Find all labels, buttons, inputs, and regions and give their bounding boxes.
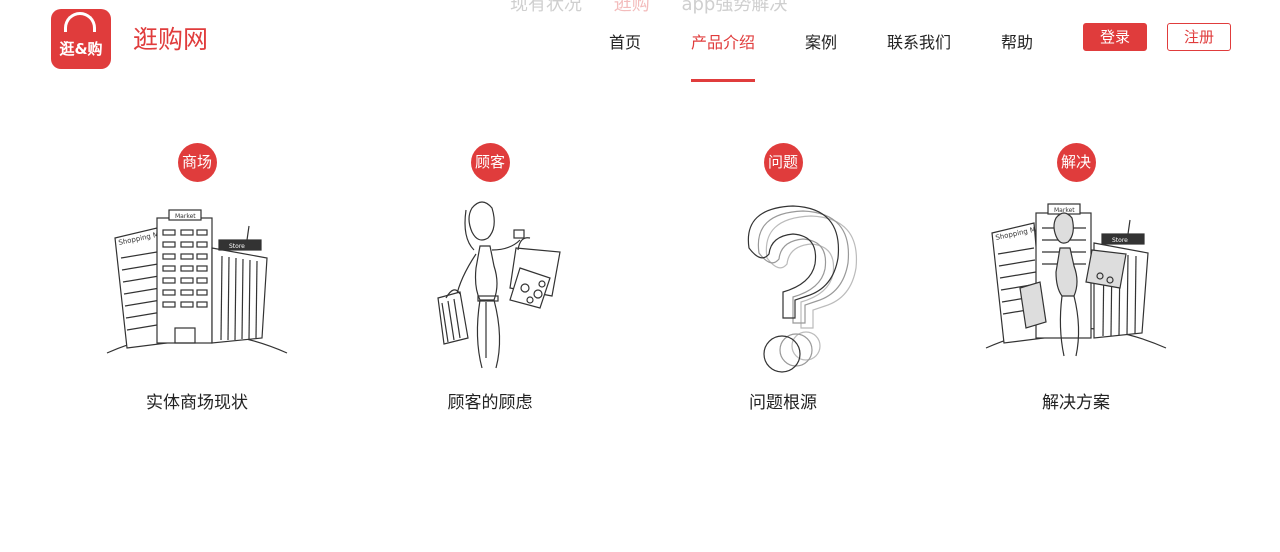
- sign-store: Store: [1112, 237, 1128, 244]
- question-mark-icon: [747, 205, 858, 373]
- active-nav-indicator: [691, 79, 755, 82]
- card-badge: 顾客: [470, 143, 510, 182]
- card-solution: 解决 Shopping Mall Market Store 解决方案: [956, 143, 1196, 413]
- nav-home[interactable]: 首页: [609, 29, 641, 53]
- logo[interactable]: 逛&购: [51, 9, 111, 69]
- logo-text: 逛&购: [59, 40, 103, 58]
- card-caption: 问题根源: [749, 393, 817, 413]
- ghost-tab: app强势解决: [681, 0, 788, 15]
- card-badge: 商场: [177, 143, 217, 182]
- ghost-tab: 现有状况: [510, 0, 582, 15]
- brand-name[interactable]: 逛购网: [133, 20, 208, 56]
- nav-products[interactable]: 产品介绍: [691, 29, 755, 53]
- card-caption: 实体商场现状: [146, 393, 248, 413]
- scrolled-section-tabs: 现有状况 逛购 app强势解决: [510, 0, 813, 16]
- shopper-woman-icon: [437, 201, 561, 369]
- card-badge: 解决: [1056, 143, 1096, 182]
- nav-contact[interactable]: 联系我们: [887, 29, 951, 53]
- shopper-with-buildings-icon: Shopping Mall Market Store: [985, 203, 1167, 357]
- sign-market: Market: [175, 213, 196, 220]
- card-badge: 问题: [763, 143, 803, 182]
- card-customer: 顾客 顾客的顾虑: [370, 143, 610, 413]
- card-mall: 商场 Shopping Mall Market Store 实体商场现状: [77, 143, 317, 413]
- nav-cases[interactable]: 案例: [805, 29, 837, 53]
- login-button[interactable]: 登录: [1083, 23, 1147, 51]
- nav-help[interactable]: 帮助: [1001, 29, 1033, 53]
- shopping-bag-icon: [64, 12, 96, 32]
- register-button[interactable]: 注册: [1167, 23, 1231, 51]
- sign-store: Store: [229, 243, 245, 250]
- ghost-tab: 逛购: [613, 0, 650, 15]
- card-caption: 顾客的顾虑: [447, 393, 533, 413]
- card-caption: 解决方案: [1042, 393, 1110, 413]
- buildings-icon: Shopping Mall Market Store: [106, 209, 288, 354]
- card-question: 问题 问题根源: [663, 143, 903, 413]
